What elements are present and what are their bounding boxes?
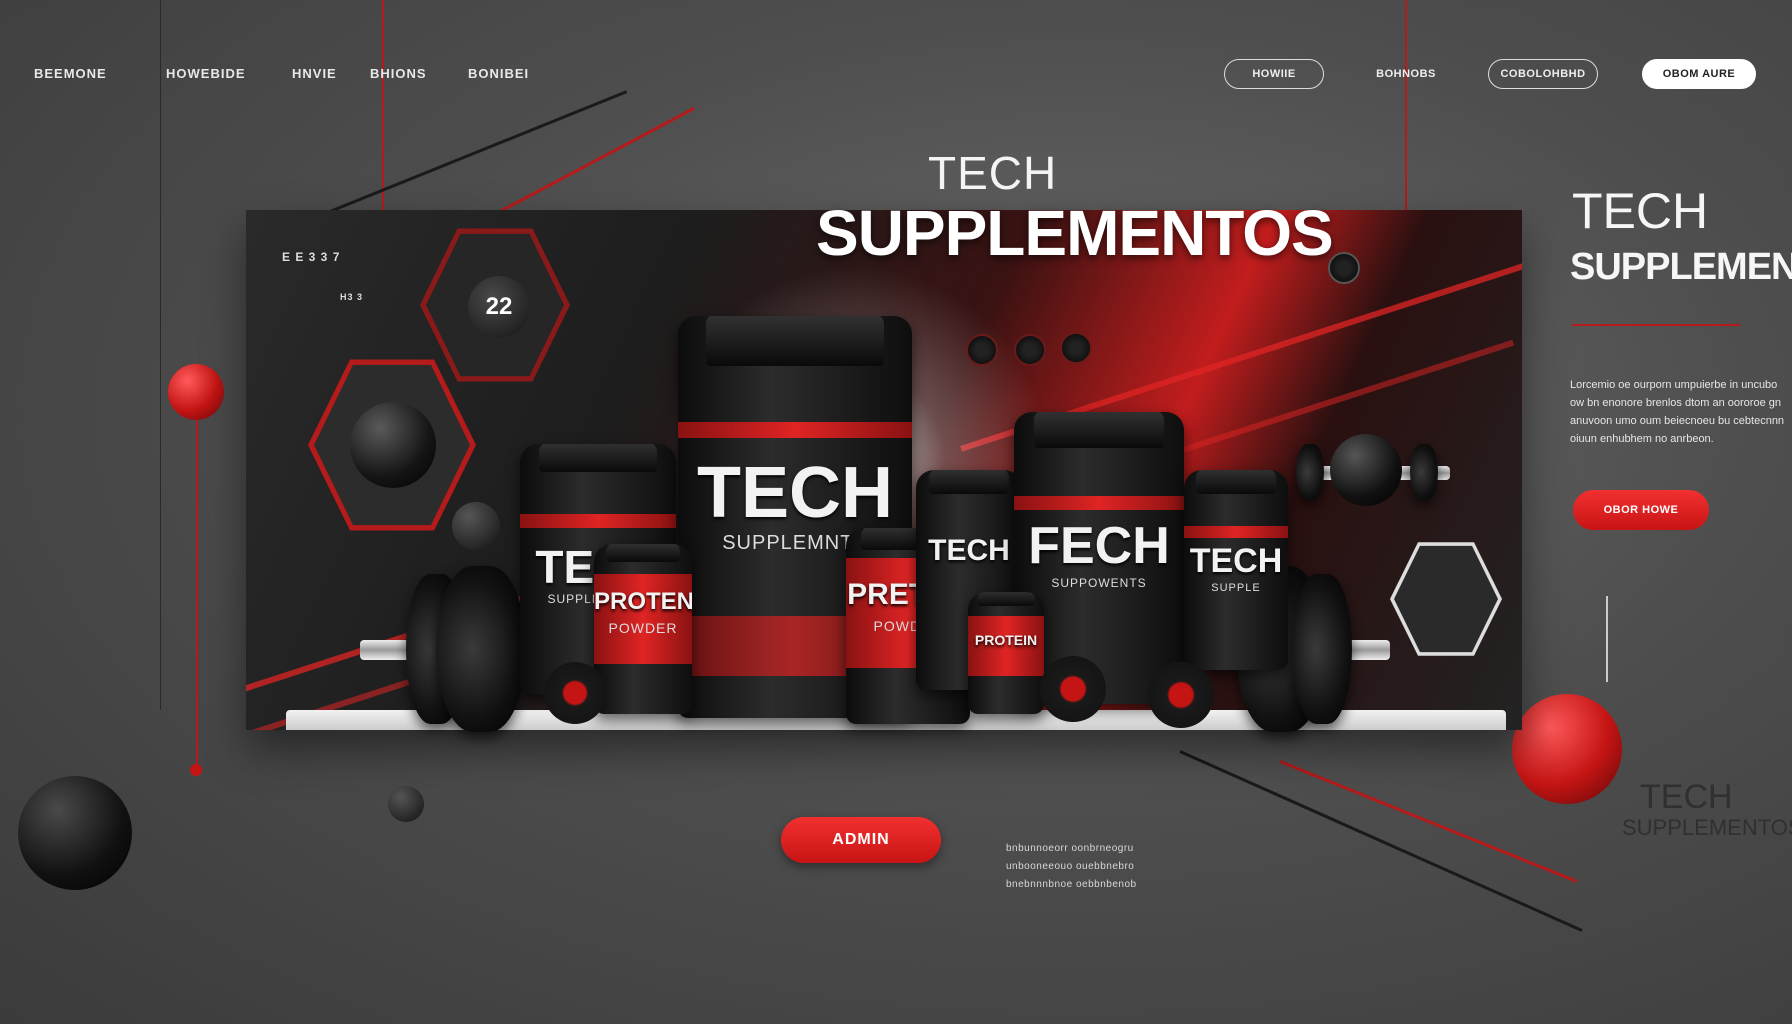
tub-label: PROTEIN bbox=[974, 632, 1038, 648]
nav-pill-2[interactable]: BOHNOBS bbox=[1370, 59, 1442, 89]
tub-lid bbox=[1196, 470, 1276, 494]
product-tub[interactable]: PROTEN POWDER bbox=[594, 544, 692, 714]
footer-text-3: bnebnnnbnoe oebbnbenob bbox=[1006, 879, 1137, 890]
nav-link-1[interactable]: BEEMONE bbox=[34, 66, 107, 81]
side-title: TECH bbox=[1572, 183, 1709, 239]
tub-lid bbox=[928, 470, 1010, 494]
black-ball-small bbox=[388, 786, 424, 822]
nav-pill-3[interactable]: COBOLOHBHD bbox=[1488, 59, 1598, 89]
tub-sublabel: POWDER bbox=[608, 620, 678, 636]
ring-icon bbox=[1060, 332, 1092, 364]
hero-title-small: TECH bbox=[928, 147, 1058, 199]
divider bbox=[1572, 324, 1740, 326]
ring-icon bbox=[1014, 334, 1046, 366]
side-description: Lorcemio oe ourporn umpuierbe in uncubo … bbox=[1570, 379, 1785, 445]
hanging-thread bbox=[382, 0, 384, 230]
product-tub[interactable]: TECH SUPPLE bbox=[1184, 470, 1288, 670]
nav-link-4[interactable]: BHIONS bbox=[370, 66, 427, 81]
corner-code-2: H3 3 bbox=[340, 292, 364, 302]
tub-lid bbox=[706, 316, 884, 366]
hanging-thread bbox=[160, 0, 161, 710]
dumbbell-ball bbox=[1330, 434, 1402, 506]
tub-label: TECH bbox=[1189, 542, 1283, 580]
tub-label: FECH bbox=[1028, 517, 1170, 575]
black-ball bbox=[18, 776, 132, 890]
swoosh-line bbox=[329, 90, 628, 213]
watermark-subtitle: SUPPLEMENTOS bbox=[1622, 815, 1792, 840]
tub-label: PROTEN bbox=[594, 588, 692, 615]
tub-band bbox=[1014, 496, 1184, 510]
red-ball-large bbox=[1512, 694, 1622, 804]
nav-link-2[interactable]: HOWEBIDE bbox=[166, 66, 246, 81]
tub-label: TECH bbox=[697, 453, 893, 533]
side-cta-button[interactable]: OBOR HOWE bbox=[1573, 490, 1709, 530]
tub-band bbox=[520, 514, 676, 528]
red-dot bbox=[190, 764, 202, 776]
nav-pill-cta[interactable]: OBOM AURE bbox=[1642, 59, 1756, 89]
ring-icon bbox=[966, 334, 998, 366]
admin-button[interactable]: ADMIN bbox=[781, 817, 941, 863]
tub-sublabel: SUPPLE bbox=[1211, 582, 1261, 594]
tub-lid bbox=[1034, 412, 1164, 448]
corner-code: E E 3 3 7 bbox=[282, 250, 341, 264]
watermark-title: TECH bbox=[1640, 778, 1733, 816]
dumbbell-plate bbox=[1292, 574, 1352, 724]
tub-band bbox=[1184, 526, 1288, 538]
hanging-thread bbox=[196, 400, 198, 770]
red-ball bbox=[168, 364, 224, 420]
footer-text-1: bnbunnoeorr oonbrneogru bbox=[1006, 843, 1134, 854]
swoosh-line bbox=[499, 106, 695, 213]
number-badge: 22 bbox=[468, 276, 530, 338]
nav-link-5[interactable]: BONIBEI bbox=[468, 66, 529, 81]
footer-text-2: unbooneeouo ouebbnebro bbox=[1006, 861, 1135, 872]
divider-vertical bbox=[1606, 596, 1608, 682]
dumbbell-plate bbox=[1410, 444, 1438, 500]
small-canister bbox=[544, 662, 606, 724]
dumbbell-plate bbox=[436, 566, 526, 732]
small-canister bbox=[1148, 662, 1214, 728]
side-subtitle: SUPPLEMENTOS bbox=[1570, 246, 1792, 288]
hero-title-big: SUPPLEMENTOS bbox=[816, 197, 1334, 269]
tub-lid bbox=[605, 544, 681, 562]
nav-pill-home[interactable]: HOWIIE bbox=[1224, 59, 1324, 89]
tub-band bbox=[678, 422, 912, 438]
tub-lid bbox=[977, 592, 1035, 606]
dumbbell-plate bbox=[1296, 444, 1324, 500]
small-canister bbox=[1040, 656, 1106, 722]
tub-lid bbox=[538, 444, 658, 472]
product-tub[interactable]: PROTEIN bbox=[968, 592, 1044, 714]
tub-label: TECH bbox=[928, 534, 1010, 567]
black-ball-small bbox=[452, 502, 500, 550]
tub-sublabel: SUPPOWENTS bbox=[1051, 576, 1147, 590]
black-ball-hex bbox=[350, 402, 436, 488]
nav-link-3[interactable]: HNVIE bbox=[292, 66, 337, 81]
